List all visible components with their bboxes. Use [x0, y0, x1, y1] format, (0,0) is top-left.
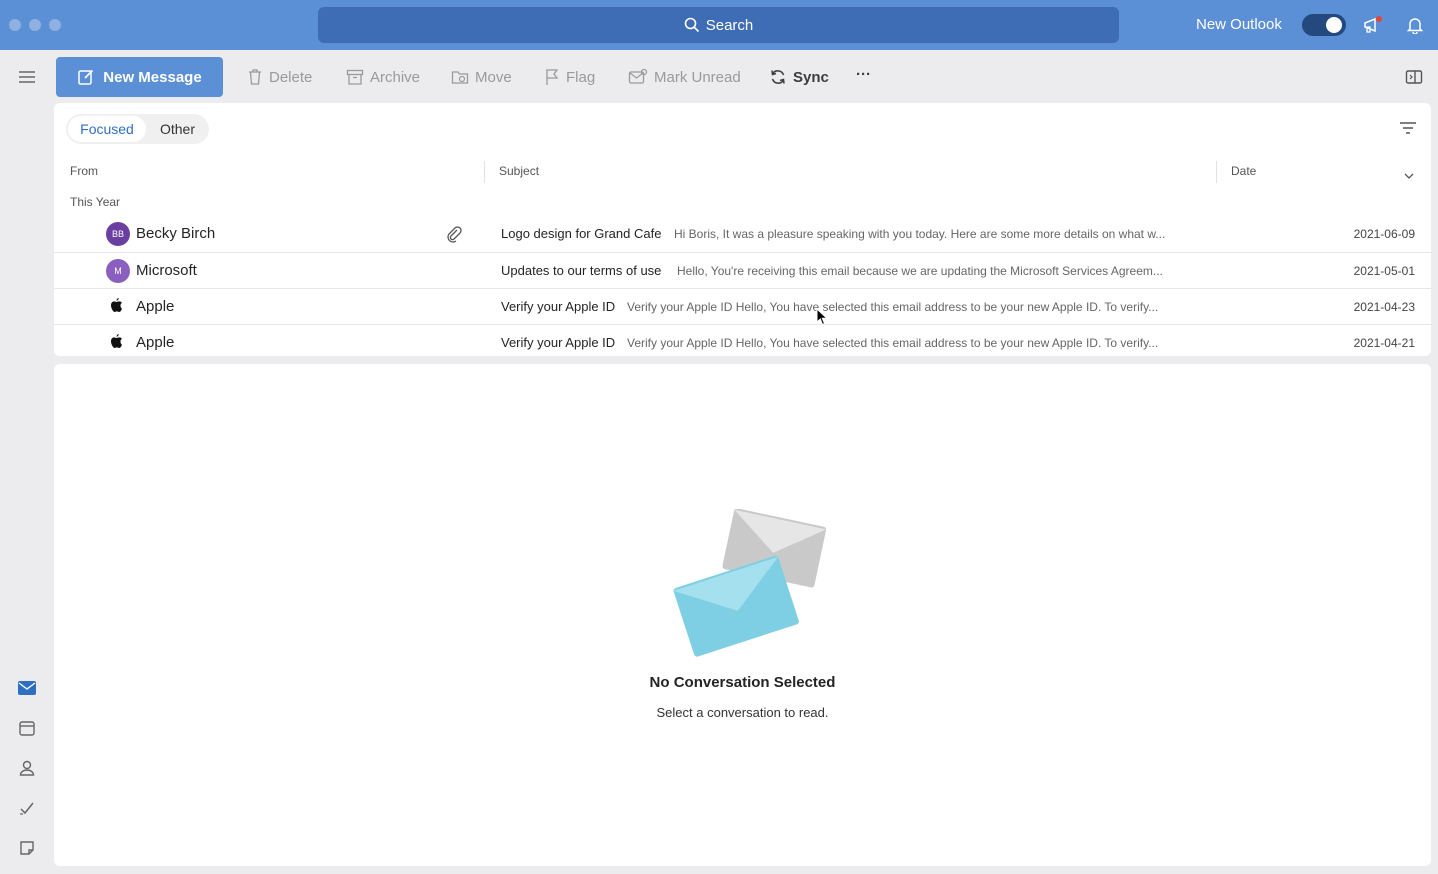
table-row[interactable]: BB Becky Birch Logo design for Grand Caf… — [54, 216, 1431, 252]
subject: Logo design for Grand Cafe — [501, 226, 662, 241]
search-label: Search — [705, 16, 754, 34]
date: 2021-04-21 — [1353, 336, 1415, 350]
tasks-icon[interactable] — [15, 796, 39, 820]
avatar: M — [106, 259, 130, 283]
sender-name: Becky Birch — [136, 225, 216, 242]
preview: Hello, You're receiving this email becau… — [677, 264, 1163, 278]
flag-icon — [546, 69, 559, 85]
search-box[interactable]: Search — [318, 7, 1119, 43]
apple-logo-icon — [110, 297, 126, 315]
sender-name: Apple — [136, 298, 175, 315]
more-actions-button[interactable]: ··· — [856, 64, 871, 84]
column-subject[interactable]: Subject — [499, 164, 539, 178]
date: 2021-06-09 — [1353, 227, 1415, 241]
mouse-cursor-icon — [816, 308, 828, 326]
tab-other[interactable]: Other — [146, 116, 209, 142]
subject: Verify your Apple ID — [501, 335, 616, 350]
calendar-icon[interactable] — [15, 716, 39, 740]
move-label: Move — [475, 68, 512, 86]
compose-icon — [78, 69, 94, 85]
subject: Updates to our terms of use — [501, 263, 662, 278]
column-divider[interactable] — [484, 161, 485, 183]
chevron-down-icon[interactable] — [1404, 167, 1414, 185]
notes-icon[interactable] — [15, 836, 39, 860]
column-from[interactable]: From — [70, 164, 98, 178]
more-label: ··· — [856, 65, 871, 83]
sender-name: Apple — [136, 334, 175, 351]
table-row[interactable]: Apple Verify your Apple ID Verify your A… — [54, 288, 1431, 324]
toggle-knob — [1326, 17, 1342, 33]
envelopes-illustration — [673, 509, 827, 657]
flag-label: Flag — [566, 68, 596, 86]
window-close-button[interactable] — [9, 19, 21, 31]
date: 2021-05-01 — [1353, 264, 1415, 278]
move-button[interactable]: Move — [451, 67, 512, 87]
group-header: This Year — [70, 195, 121, 209]
trash-icon — [249, 69, 261, 85]
message-list: Focused Other From Subject Date This Yea… — [54, 103, 1431, 356]
mark-unread-label: Mark Unread — [654, 68, 741, 86]
new-outlook-toggle[interactable] — [1302, 14, 1346, 36]
window-minimize-button[interactable] — [29, 19, 41, 31]
mark-unread-icon — [628, 68, 648, 84]
delete-label: Delete — [269, 68, 313, 86]
apple-logo-icon — [110, 333, 126, 351]
flag-button[interactable]: Flag — [544, 67, 595, 87]
sync-label: Sync — [793, 68, 829, 86]
tab-focused[interactable]: Focused — [68, 116, 146, 142]
avatar: BB — [106, 222, 130, 246]
subject: Verify your Apple ID — [501, 299, 616, 314]
whats-new-icon[interactable] — [1362, 14, 1384, 36]
archive-icon — [346, 69, 364, 85]
new-message-button[interactable]: New Message — [56, 57, 223, 97]
window-zoom-button[interactable] — [49, 19, 61, 31]
preview: Verify your Apple ID Hello, You have sel… — [627, 300, 1159, 314]
table-row[interactable]: M Microsoft Updates to our terms of use … — [54, 252, 1431, 288]
filter-icon[interactable] — [1399, 121, 1417, 140]
reading-pane: No Conversation Selected Select a conver… — [54, 364, 1431, 866]
folder-move-icon — [451, 71, 469, 84]
sync-icon — [771, 70, 785, 84]
table-row[interactable]: Apple Verify your Apple ID Verify your A… — [54, 324, 1431, 360]
inbox-pivot: Focused Other — [66, 114, 209, 144]
attachment-icon — [446, 225, 462, 248]
new-message-label: New Message — [103, 68, 202, 86]
notifications-bell-icon[interactable] — [1404, 14, 1426, 36]
archive-label: Archive — [370, 68, 421, 86]
date: 2021-04-23 — [1353, 300, 1415, 314]
empty-state-subtitle: Select a conversation to read. — [656, 705, 829, 720]
preview: Hi Boris, It was a pleasure speaking wit… — [674, 227, 1166, 241]
reading-pane-toggle-icon[interactable] — [1403, 66, 1425, 88]
title-bar: Search New Outlook — [0, 0, 1438, 50]
empty-state-title: No Conversation Selected — [649, 674, 836, 691]
hamburger-menu-icon[interactable] — [15, 65, 39, 89]
sync-button[interactable]: Sync — [769, 67, 829, 87]
archive-button[interactable]: Archive — [346, 67, 420, 87]
mark-unread-button[interactable]: Mark Unread — [628, 67, 741, 87]
column-divider[interactable] — [1216, 161, 1217, 183]
column-date[interactable]: Date — [1231, 164, 1256, 178]
preview: Verify your Apple ID Hello, You have sel… — [627, 336, 1159, 350]
delete-button[interactable]: Delete — [247, 67, 312, 87]
people-icon[interactable] — [15, 756, 39, 780]
search-icon — [684, 17, 699, 33]
sender-name: Microsoft — [136, 262, 197, 279]
mail-icon[interactable] — [15, 676, 39, 700]
new-outlook-label: New Outlook — [1196, 16, 1282, 33]
